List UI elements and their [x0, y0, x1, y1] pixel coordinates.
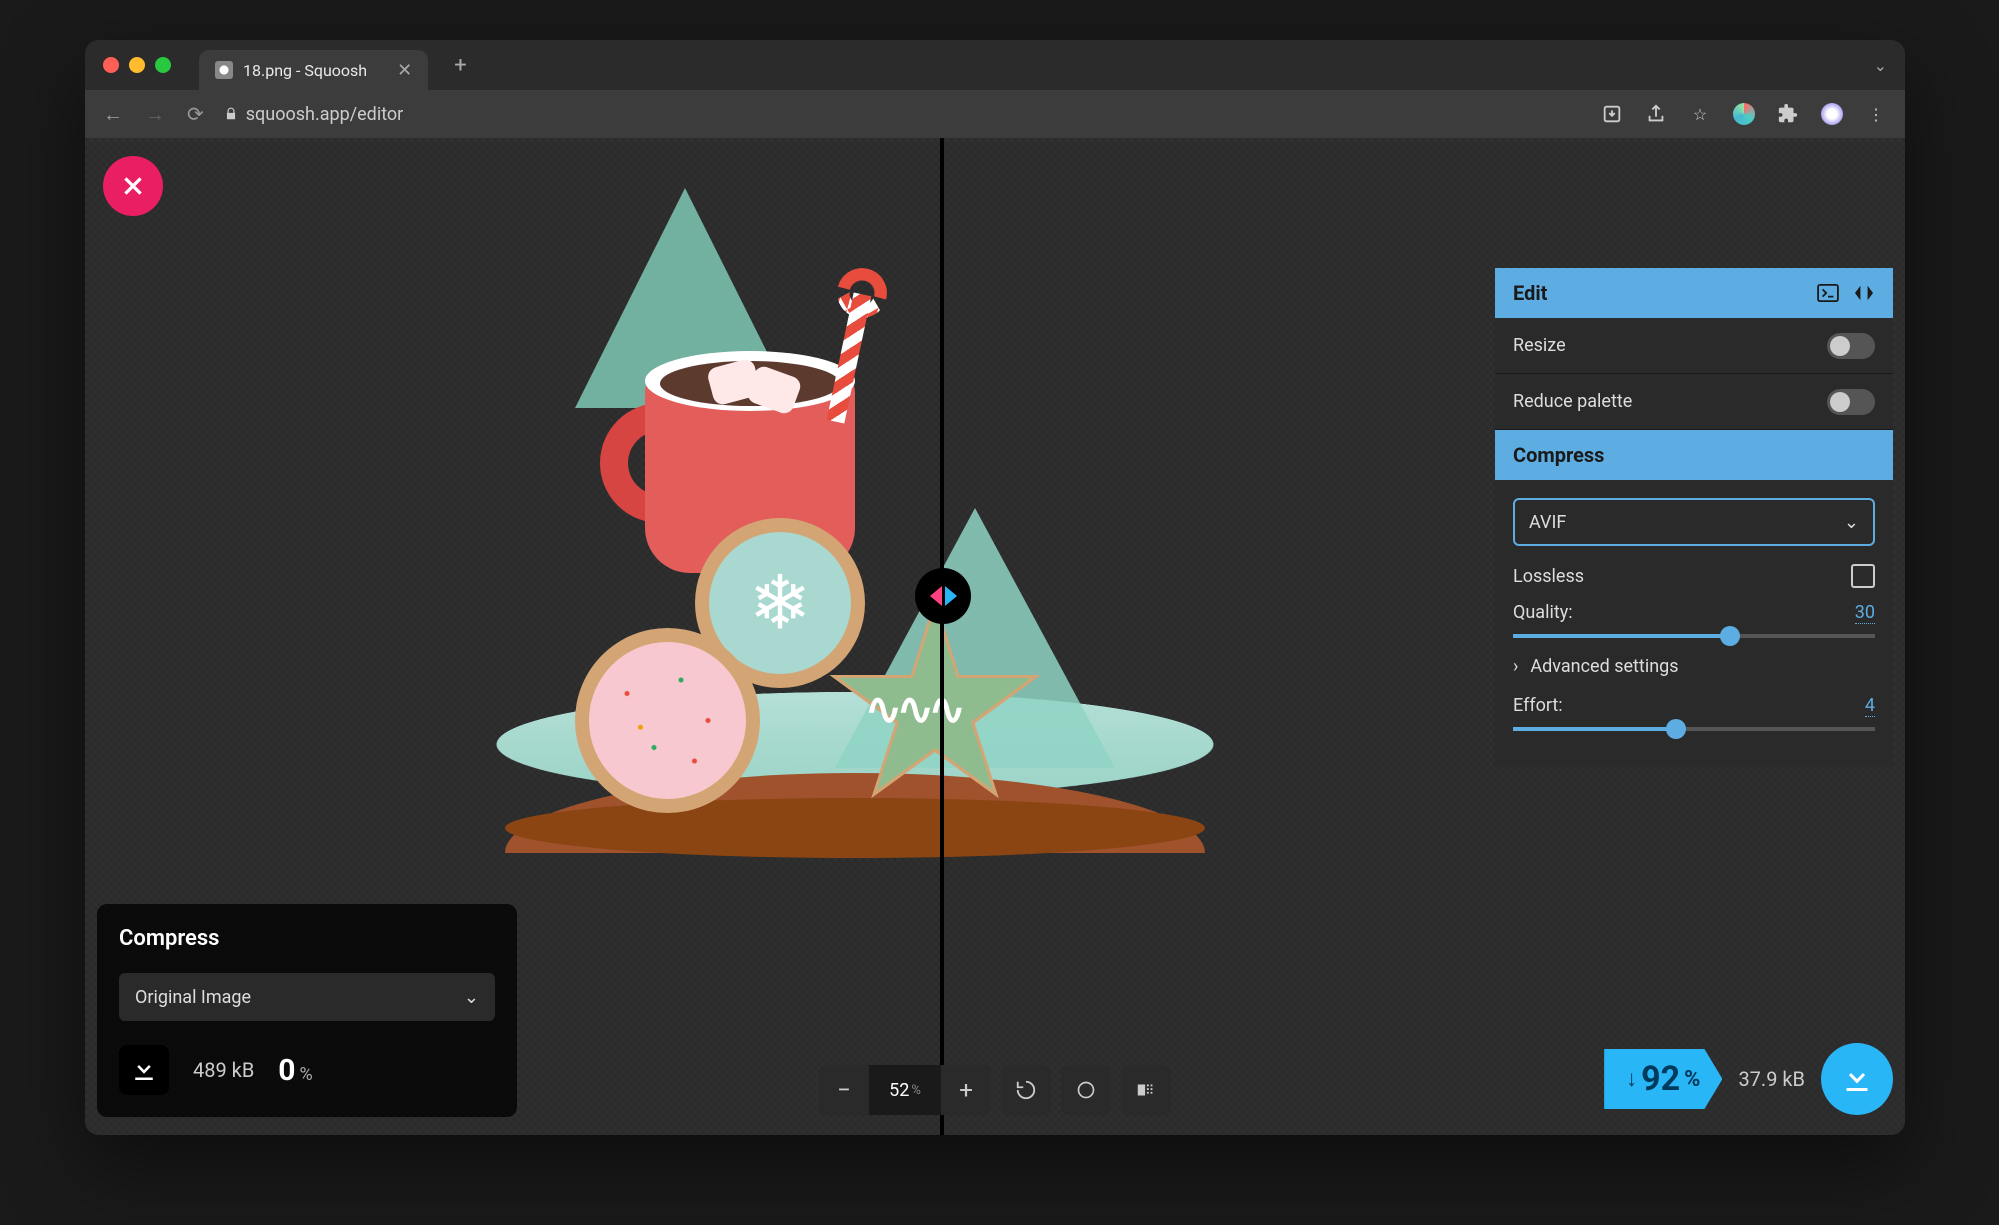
zoom-value[interactable]: 52 %: [869, 1065, 941, 1115]
output-file-size: 37.9 kB: [1738, 1067, 1805, 1091]
app-content: ❄ ∿∿∿ Compress Original Image ⌄ 489 kB 0: [85, 138, 1905, 1135]
share-icon[interactable]: [1645, 103, 1667, 125]
minimize-window-button[interactable]: [129, 57, 145, 73]
right-codec-select[interactable]: AVIF ⌄: [1513, 498, 1875, 546]
download-icon: [129, 1055, 159, 1085]
url-text: squoosh.app/editor: [246, 104, 404, 125]
address-bar[interactable]: squoosh.app/editor: [224, 104, 404, 125]
copy-settings-icon[interactable]: [1853, 284, 1875, 302]
compress-header: Compress: [1495, 430, 1893, 480]
rotate-button[interactable]: [1001, 1065, 1051, 1115]
effort-slider[interactable]: [1513, 727, 1875, 731]
extension-1-icon[interactable]: [1733, 103, 1755, 125]
chevron-down-icon: ⌄: [1844, 512, 1859, 533]
circle-icon: [1076, 1080, 1096, 1100]
download-right-button[interactable]: [1821, 1043, 1893, 1115]
advanced-settings-toggle[interactable]: › Advanced settings: [1513, 656, 1875, 677]
left-panel-title: Compress: [119, 926, 495, 951]
image-preview[interactable]: ❄ ∿∿∿: [465, 178, 1235, 898]
forward-button[interactable]: →: [145, 102, 165, 127]
reload-button[interactable]: ⟳: [187, 102, 204, 126]
right-settings-panel: Edit Resize Reduce palette Compress AVIF: [1495, 268, 1893, 767]
lossless-label: Lossless: [1513, 566, 1584, 587]
background-toggle-button[interactable]: [1061, 1065, 1111, 1115]
edit-header: Edit: [1495, 268, 1893, 318]
output-stats: ↓ 92 % 37.9 kB: [1604, 1043, 1893, 1115]
download-icon: [1839, 1061, 1875, 1097]
browser-tab[interactable]: 18.png - Squoosh ✕: [199, 50, 428, 90]
effort-label: Effort:: [1513, 695, 1563, 717]
close-tab-icon[interactable]: ✕: [397, 60, 412, 81]
comparison-handle[interactable]: [915, 568, 971, 624]
left-savings-percent: 0 %: [278, 1053, 312, 1088]
bookmark-icon[interactable]: ☆: [1689, 103, 1711, 125]
traffic-lights: [103, 57, 171, 73]
tab-title: 18.png - Squoosh: [243, 61, 367, 80]
reduce-palette-row: Reduce palette: [1495, 374, 1893, 430]
handle-left-icon: [930, 586, 942, 606]
menu-icon[interactable]: ⋮: [1865, 103, 1887, 125]
lock-icon: [224, 107, 238, 121]
left-compress-panel: Compress Original Image ⌄ 489 kB 0 %: [97, 904, 517, 1117]
reduce-palette-label: Reduce palette: [1513, 391, 1632, 412]
chevron-right-icon: ›: [1513, 656, 1518, 677]
flip-button[interactable]: [1121, 1065, 1171, 1115]
close-image-button[interactable]: [103, 156, 163, 216]
left-codec-value: Original Image: [135, 987, 251, 1008]
right-codec-value: AVIF: [1529, 512, 1566, 533]
quality-value[interactable]: 30: [1855, 602, 1875, 624]
rotate-icon: [1015, 1079, 1037, 1101]
extensions-icon[interactable]: [1777, 103, 1799, 125]
tab-bar: 18.png - Squoosh ✕ + ⌄: [85, 40, 1905, 90]
savings-badge: ↓ 92 %: [1604, 1049, 1722, 1109]
tabs-overflow-icon[interactable]: ⌄: [1874, 56, 1887, 75]
browser-window: 18.png - Squoosh ✕ + ⌄ ← → ⟳ squoosh.app…: [85, 40, 1905, 1135]
reduce-palette-toggle[interactable]: [1827, 389, 1875, 415]
close-icon: [120, 173, 146, 199]
zoom-in-button[interactable]: +: [941, 1065, 991, 1115]
left-codec-select[interactable]: Original Image ⌄: [119, 973, 495, 1021]
favicon: [215, 61, 233, 79]
back-button[interactable]: ←: [103, 102, 123, 127]
maximize-window-button[interactable]: [155, 57, 171, 73]
download-left-button[interactable]: [119, 1045, 169, 1095]
quality-label: Quality:: [1513, 602, 1573, 624]
terminal-icon[interactable]: [1817, 284, 1839, 302]
quality-slider[interactable]: [1513, 634, 1875, 638]
handle-right-icon: [945, 586, 957, 606]
left-file-size: 489 kB: [193, 1058, 254, 1082]
url-bar: ← → ⟳ squoosh.app/editor ☆ ⋮: [85, 90, 1905, 138]
close-window-button[interactable]: [103, 57, 119, 73]
resize-toggle[interactable]: [1827, 333, 1875, 359]
zoom-toolbar: − 52 % +: [819, 1065, 1171, 1115]
new-tab-button[interactable]: +: [454, 53, 466, 78]
install-app-icon[interactable]: [1601, 103, 1623, 125]
chevron-down-icon: ⌄: [464, 987, 479, 1008]
profile-icon[interactable]: [1821, 103, 1843, 125]
effort-value[interactable]: 4: [1865, 695, 1875, 717]
resize-row: Resize: [1495, 318, 1893, 374]
lossless-checkbox[interactable]: [1851, 564, 1875, 588]
resize-label: Resize: [1513, 335, 1566, 356]
zoom-out-button[interactable]: −: [819, 1065, 869, 1115]
comparison-divider[interactable]: [940, 138, 944, 1135]
flip-icon: [1135, 1079, 1157, 1101]
